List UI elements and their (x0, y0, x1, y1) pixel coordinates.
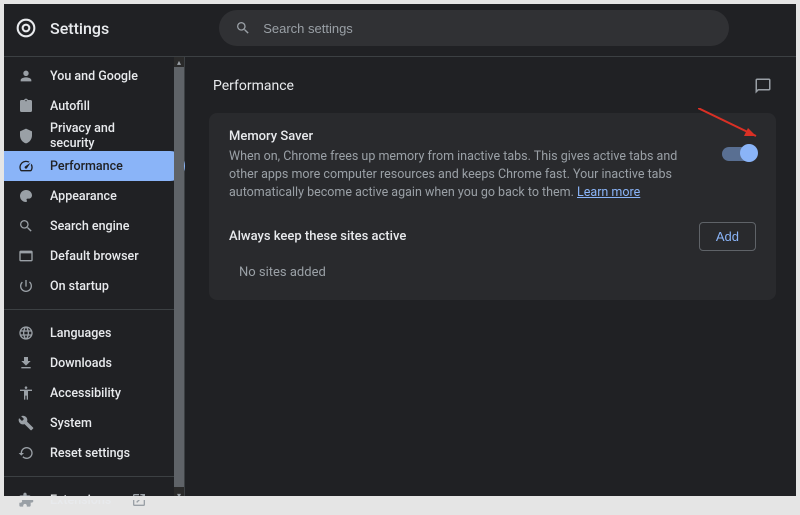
nav-label: Downloads (50, 356, 112, 371)
nav-label: You and Google (50, 69, 138, 84)
learn-more-link[interactable]: Learn more (577, 185, 640, 200)
globe-icon (18, 325, 34, 341)
accessibility-icon (18, 385, 34, 401)
person-icon (18, 68, 34, 84)
download-icon (18, 355, 34, 371)
logo-wrap: Settings (16, 18, 109, 38)
nav-label: Accessibility (50, 386, 121, 401)
sidebar: You and Google Autofill Privacy and secu… (0, 57, 175, 500)
memory-saver-text: Memory Saver When on, Chrome frees up me… (229, 129, 706, 202)
sidebar-item-system[interactable]: System (0, 408, 175, 438)
nav-divider (0, 476, 175, 477)
sidebar-item-default-browser[interactable]: Default browser (0, 241, 175, 271)
page-header: Performance (209, 77, 776, 95)
search-icon (18, 218, 34, 234)
sidebar-item-privacy[interactable]: Privacy and security (0, 121, 175, 151)
sidebar-item-accessibility[interactable]: Accessibility (0, 378, 175, 408)
sidebar-item-autofill[interactable]: Autofill (0, 91, 175, 121)
scroll-down-icon[interactable]: ▾ (174, 490, 184, 500)
add-site-button[interactable]: Add (699, 222, 756, 251)
sidebar-wrap: You and Google Autofill Privacy and secu… (0, 57, 185, 500)
scroll-thumb[interactable] (174, 67, 184, 487)
extension-icon (18, 492, 34, 508)
sidebar-item-you-and-google[interactable]: You and Google (0, 61, 175, 91)
sidebar-item-downloads[interactable]: Downloads (0, 348, 175, 378)
shield-icon (18, 128, 34, 144)
nav-label: Default browser (50, 249, 139, 264)
scroll-up-icon[interactable]: ▴ (174, 57, 184, 67)
nav-label: Search engine (50, 219, 129, 234)
external-link-icon (131, 492, 147, 508)
feedback-icon[interactable] (754, 77, 772, 95)
memory-saver-row: Memory Saver When on, Chrome frees up me… (229, 129, 756, 202)
browser-icon (18, 248, 34, 264)
app-window: Settings You and Google Autofill Privacy… (0, 0, 800, 500)
nav-label: Appearance (50, 189, 117, 204)
app-title: Settings (50, 19, 109, 38)
nav-label: On startup (50, 279, 109, 294)
search-bar[interactable] (219, 10, 729, 46)
sidebar-item-performance[interactable]: Performance (0, 151, 185, 181)
nav-label: System (50, 416, 92, 431)
layout: You and Google Autofill Privacy and secu… (0, 56, 800, 500)
sidebar-item-on-startup[interactable]: On startup (0, 271, 175, 301)
nav-label: Languages (50, 326, 111, 341)
nav-label: Autofill (50, 99, 90, 114)
content: Performance Memory Saver When on, Chrome… (185, 57, 800, 500)
sidebar-scrollbar[interactable]: ▴ ▾ (174, 57, 184, 500)
sidebar-item-extensions[interactable]: Extensions (0, 485, 175, 515)
sidebar-item-languages[interactable]: Languages (0, 318, 175, 348)
keep-active-row: Always keep these sites active Add (229, 222, 756, 251)
memory-saver-toggle[interactable] (722, 147, 756, 161)
sidebar-item-search-engine[interactable]: Search engine (0, 211, 175, 241)
nav-label: Performance (50, 159, 123, 174)
palette-icon (18, 188, 34, 204)
sidebar-item-reset[interactable]: Reset settings (0, 438, 175, 468)
page-title: Performance (213, 78, 294, 94)
wrench-icon (18, 415, 34, 431)
toggle-knob (740, 144, 758, 162)
keep-active-empty: No sites added (229, 251, 756, 284)
sidebar-item-appearance[interactable]: Appearance (0, 181, 175, 211)
nav-label: Reset settings (50, 446, 130, 461)
search-icon (235, 20, 251, 36)
clipboard-icon (18, 98, 34, 114)
chrome-logo-icon (16, 18, 36, 38)
power-icon (18, 278, 34, 294)
performance-card: Memory Saver When on, Chrome frees up me… (209, 113, 776, 300)
nav-label: Extensions (50, 493, 111, 508)
restore-icon (18, 445, 34, 461)
memory-saver-title: Memory Saver (229, 129, 706, 144)
search-input[interactable] (263, 21, 713, 36)
keep-active-title: Always keep these sites active (229, 229, 406, 244)
memory-saver-description: When on, Chrome frees up memory from ina… (229, 148, 706, 202)
topbar: Settings (0, 0, 800, 56)
nav-label: Privacy and security (50, 121, 157, 151)
nav-divider (0, 309, 175, 310)
speedometer-icon (18, 158, 34, 174)
